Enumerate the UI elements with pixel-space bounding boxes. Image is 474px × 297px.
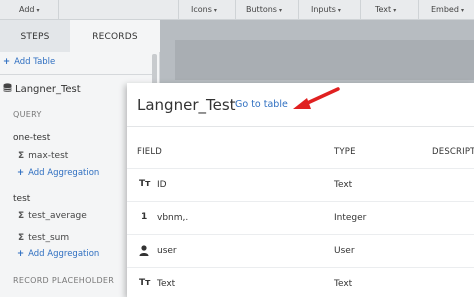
table-fields-modal: Langner_Test Go to table FIELD TYPE DESC… <box>127 83 474 297</box>
field-type: Text <box>334 180 353 190</box>
chevron-down-icon: ▾ <box>213 7 217 14</box>
chevron-down-icon: ▾ <box>460 7 464 14</box>
column-header-description: DESCRIPTION <box>432 147 474 157</box>
user-type-icon <box>139 245 149 256</box>
table-divider <box>127 234 474 235</box>
sigma-icon: Σ <box>18 211 25 221</box>
icons-menu-button[interactable]: Icons ▾ <box>191 0 217 20</box>
table-divider <box>127 201 474 202</box>
toolbar-divider <box>58 0 59 20</box>
add-aggregation-link[interactable]: + Add Aggregation <box>17 249 99 259</box>
chevron-down-icon: ▾ <box>337 7 341 14</box>
plus-icon: + <box>17 168 25 178</box>
aggregation-item[interactable]: Σtest_sum <box>18 233 69 243</box>
add-menu-button[interactable]: Add ▾ <box>19 0 40 20</box>
record-placeholder-label: RECORD PLACEHOLDER <box>13 276 115 285</box>
sigma-icon: Σ <box>18 151 25 161</box>
sidebar-table-name: Langner_Test <box>15 84 81 95</box>
add-table-link[interactable]: + Add Table <box>3 57 55 67</box>
text-menu-button[interactable]: Text ▾ <box>375 0 396 20</box>
add-aggregation-label: Add Aggregation <box>28 168 100 178</box>
aggregation-label: test_average <box>28 211 87 221</box>
chevron-down-icon: ▾ <box>393 7 397 14</box>
go-to-table-link[interactable]: Go to table <box>235 99 288 110</box>
tab-records[interactable]: RECORDS <box>70 20 160 52</box>
column-header-type: TYPE <box>334 147 356 157</box>
field-name: Text <box>157 279 176 289</box>
icons-menu-label: Icons <box>191 5 212 14</box>
embed-menu-button[interactable]: Embed ▾ <box>431 0 464 20</box>
group-one-test[interactable]: one-test <box>13 133 50 143</box>
inputs-menu-label: Inputs <box>311 5 336 14</box>
field-type: Text <box>334 279 353 289</box>
field-name: vbnm,. <box>157 213 189 223</box>
aggregation-item[interactable]: Σtest_average <box>18 211 87 221</box>
aggregation-item[interactable]: Σmax-test <box>18 151 68 161</box>
plus-icon: + <box>3 57 11 67</box>
query-section-label: QUERY <box>13 110 42 119</box>
sidebar-table-item[interactable]: Langner_Test <box>3 83 81 95</box>
tab-steps[interactable]: STEPS <box>0 20 70 52</box>
column-header-field: FIELD <box>137 147 163 157</box>
add-menu-label: Add <box>19 5 35 14</box>
text-type-icon: Tт <box>139 278 151 288</box>
database-icon <box>3 83 12 92</box>
embed-menu-label: Embed <box>431 5 459 14</box>
table-divider <box>127 267 474 268</box>
field-type: User <box>334 246 355 256</box>
sigma-icon: Σ <box>18 233 25 243</box>
text-type-icon: Tт <box>139 179 151 189</box>
toolbar-divider <box>178 0 179 20</box>
toolbar-divider <box>360 0 361 20</box>
red-arrow-annotation <box>293 87 340 109</box>
buttons-menu-button[interactable]: Buttons ▾ <box>246 0 282 20</box>
add-aggregation-label: Add Aggregation <box>28 249 100 259</box>
sidebar-tabs: STEPS RECORDS <box>0 20 160 52</box>
aggregation-label: max-test <box>28 151 69 161</box>
modal-divider <box>127 126 474 127</box>
chevron-down-icon: ▾ <box>278 7 282 14</box>
top-toolbar: Add ▾ Icons ▾ Buttons ▾ Inputs ▾ Text ▾ Embed… <box>0 0 474 20</box>
add-aggregation-link[interactable]: + Add Aggregation <box>17 168 99 178</box>
table-divider <box>127 168 474 169</box>
field-type: Integer <box>334 213 367 223</box>
modal-title: Langner_Test <box>137 96 236 114</box>
group-test[interactable]: test <box>13 194 30 204</box>
plus-icon: + <box>17 249 25 259</box>
chevron-down-icon: ▾ <box>36 7 40 14</box>
canvas-area <box>175 40 474 80</box>
toolbar-divider <box>235 0 236 20</box>
buttons-menu-label: Buttons <box>246 5 277 14</box>
field-name: ID <box>157 180 167 190</box>
inputs-menu-button[interactable]: Inputs ▾ <box>311 0 341 20</box>
text-menu-label: Text <box>375 5 392 14</box>
aggregation-label: test_sum <box>28 233 70 243</box>
add-table-label: Add Table <box>14 57 56 67</box>
toolbar-divider <box>298 0 299 20</box>
field-name: user <box>157 246 177 256</box>
toolbar-divider <box>418 0 419 20</box>
number-type-icon: 1 <box>141 212 148 222</box>
sidebar-divider <box>0 74 152 75</box>
